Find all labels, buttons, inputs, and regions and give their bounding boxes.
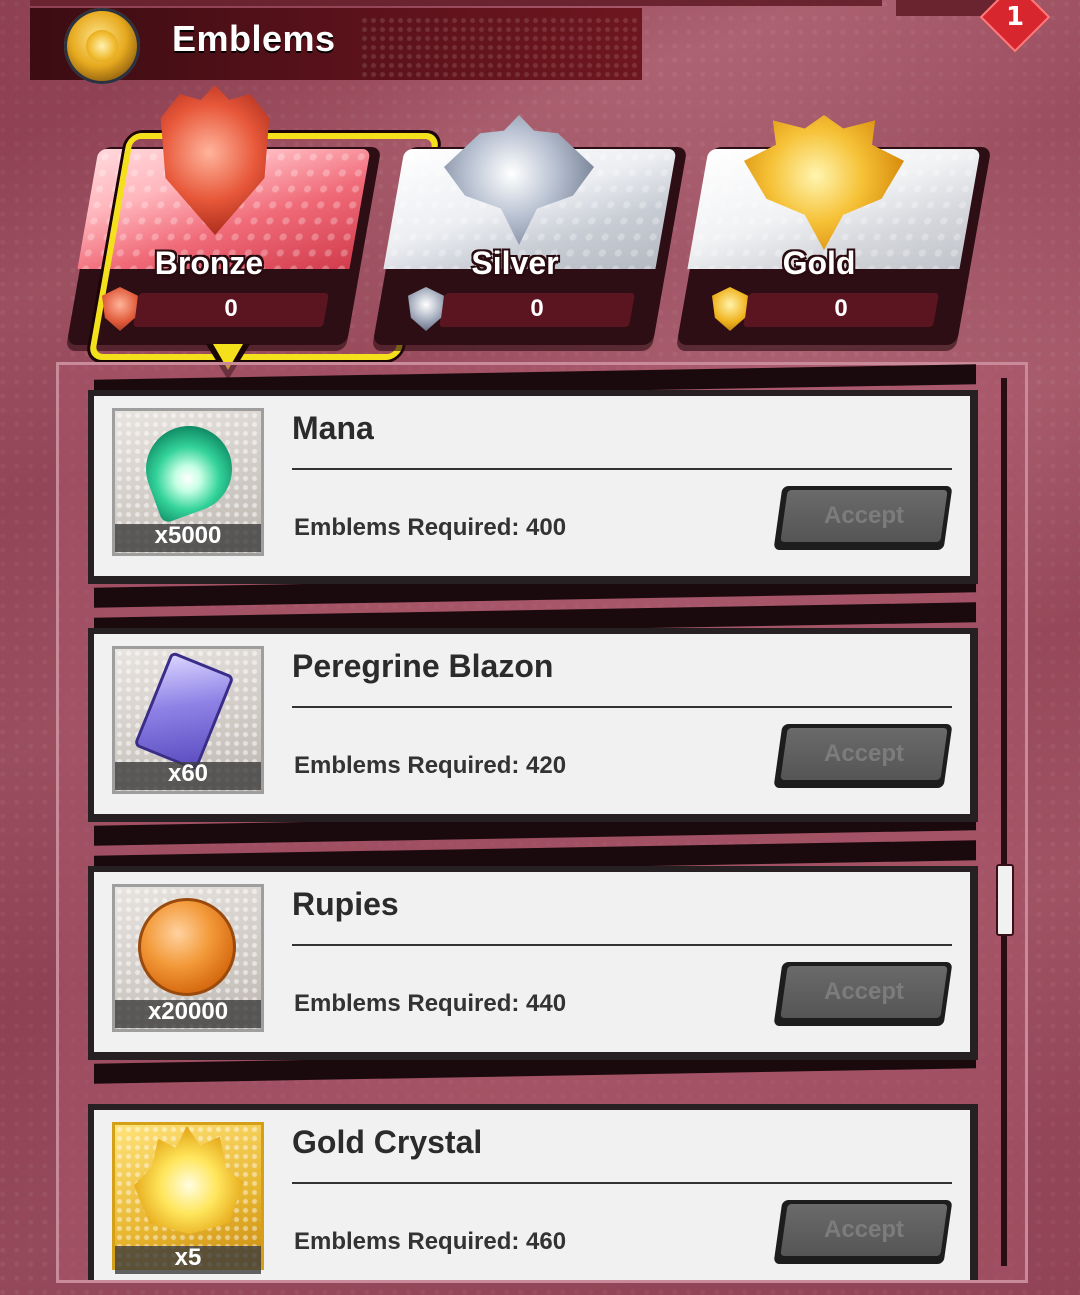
top-bar-fragment (30, 0, 882, 6)
accept-button[interactable]: Accept (780, 1204, 948, 1256)
tab-label: Bronze (154, 245, 264, 281)
reward-item: x5000 Mana Emblems Required: 400 Accept (88, 364, 988, 608)
reward-name: Gold Crystal (292, 1124, 483, 1160)
tier-count: 0 (834, 295, 848, 322)
reward-requirement: Emblems Required: 420 (294, 752, 567, 779)
accept-label: Accept (823, 1216, 905, 1243)
tab-label: Silver (471, 245, 559, 281)
scrollbar-track[interactable] (1001, 378, 1007, 1266)
tier-count: 0 (224, 295, 238, 322)
reward-quantity: x5 (174, 1244, 202, 1271)
tab-silver[interactable]: Silver 0 (370, 115, 688, 345)
accept-button[interactable]: Accept (780, 490, 948, 542)
tier-count: 0 (530, 295, 544, 322)
notification-count: 1 (1005, 1, 1025, 32)
rupie-coin-icon (138, 898, 236, 996)
reward-quantity: x20000 (147, 998, 229, 1025)
notification-badge[interactable]: 1 (979, 0, 1051, 53)
accept-button[interactable]: Accept (780, 966, 948, 1018)
page-title: Emblems (172, 18, 336, 59)
header-pattern (360, 16, 640, 80)
accept-label: Accept (823, 740, 905, 767)
reward-name: Peregrine Blazon (292, 648, 554, 684)
reward-requirement: Emblems Required: 440 (294, 990, 567, 1017)
reward-requirement: Emblems Required: 460 (294, 1228, 567, 1255)
accept-label: Accept (823, 502, 905, 529)
tab-label: Gold (782, 245, 856, 281)
reward-quantity: x60 (167, 760, 209, 787)
reward-item: x60 Peregrine Blazon Emblems Required: 4… (88, 602, 988, 846)
emblem-gear-icon (64, 8, 140, 84)
scrollbar-thumb[interactable] (996, 864, 1014, 936)
tab-bronze[interactable]: Bronze 0 (64, 85, 441, 360)
reward-item: x20000 Rupies Emblems Required: 440 Acce… (88, 840, 988, 1084)
reward-name: Mana (292, 410, 374, 446)
reward-requirement: Emblems Required: 400 (294, 514, 567, 541)
reward-name: Rupies (292, 886, 399, 922)
tab-gold[interactable]: Gold 0 (674, 115, 992, 345)
reward-quantity: x5000 (154, 522, 222, 549)
accept-label: Accept (823, 978, 905, 1005)
reward-item: x5 Gold Crystal Emblems Required: 460 Ac… (88, 1104, 988, 1280)
accept-button[interactable]: Accept (780, 728, 948, 780)
